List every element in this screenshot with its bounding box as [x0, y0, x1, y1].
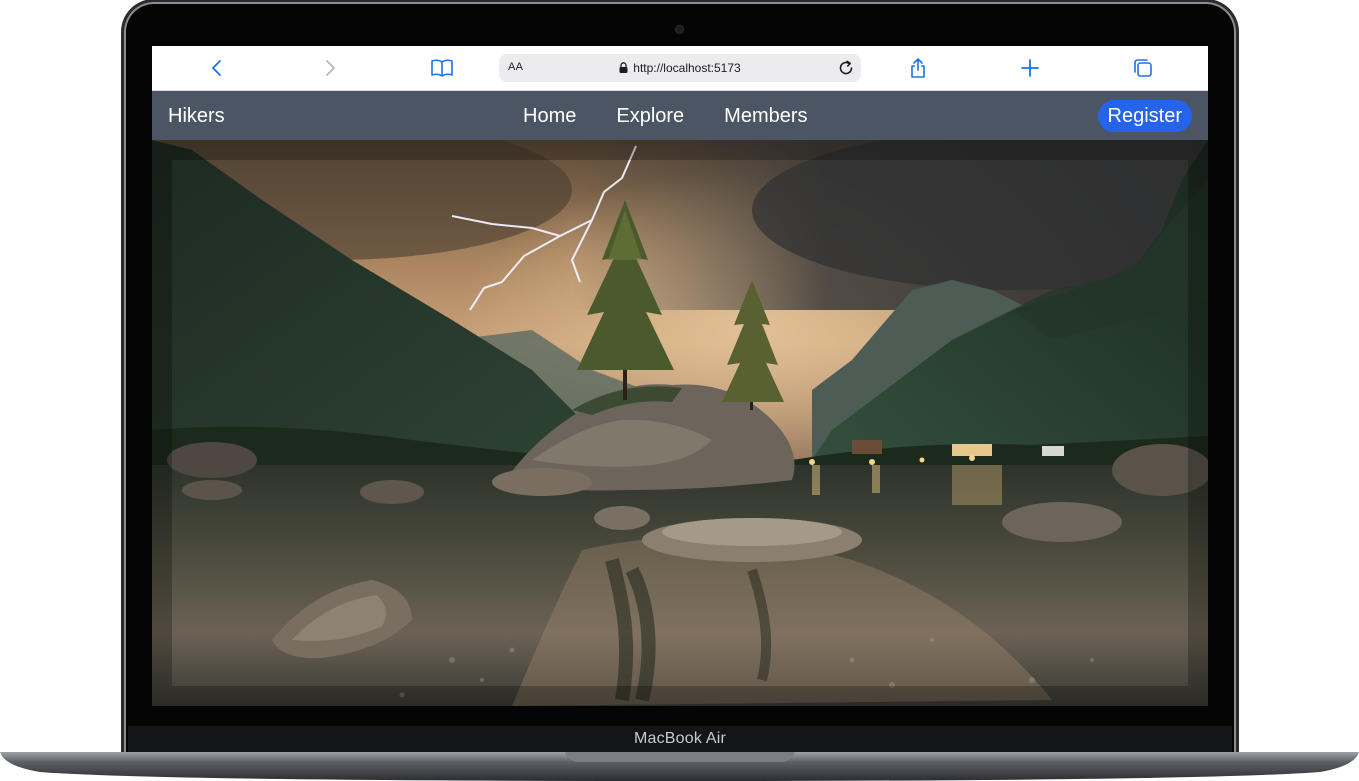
lock-icon — [619, 62, 628, 76]
address-bar[interactable]: AA http://localhost:5173 — [499, 54, 861, 82]
register-button[interactable]: Register — [1097, 100, 1192, 132]
laptop-base — [0, 752, 1359, 781]
chevron-left-icon[interactable] — [205, 56, 229, 80]
book-icon[interactable] — [430, 56, 454, 80]
nav-link-home[interactable]: Home — [523, 105, 576, 128]
nav-link-explore[interactable]: Explore — [616, 105, 684, 128]
share-icon[interactable] — [906, 56, 930, 80]
nav-links: Home Explore Members — [523, 105, 808, 128]
tabs-icon[interactable] — [1131, 56, 1155, 80]
reload-icon[interactable] — [837, 59, 855, 77]
camera-icon — [676, 26, 683, 33]
brand-link[interactable]: Hikers — [168, 105, 225, 128]
plus-icon[interactable] — [1018, 56, 1042, 80]
screen: AA http://localhost:5173 Hikers Home Exp… — [152, 46, 1208, 706]
browser-toolbar: AA http://localhost:5173 — [152, 46, 1208, 91]
device-mockup: MacBook Air AA http://localhost:5173 Hik… — [0, 0, 1359, 781]
hero-image — [152, 140, 1208, 706]
url-display: http://localhost:5173 — [499, 61, 861, 76]
landscape-photo — [152, 140, 1208, 706]
nav-link-members[interactable]: Members — [724, 105, 807, 128]
app-navbar: Hikers Home Explore Members Register — [152, 91, 1208, 140]
device-label: MacBook Air — [633, 730, 726, 747]
url-text: http://localhost:5173 — [633, 61, 741, 75]
chevron-right-icon[interactable] — [318, 56, 342, 80]
